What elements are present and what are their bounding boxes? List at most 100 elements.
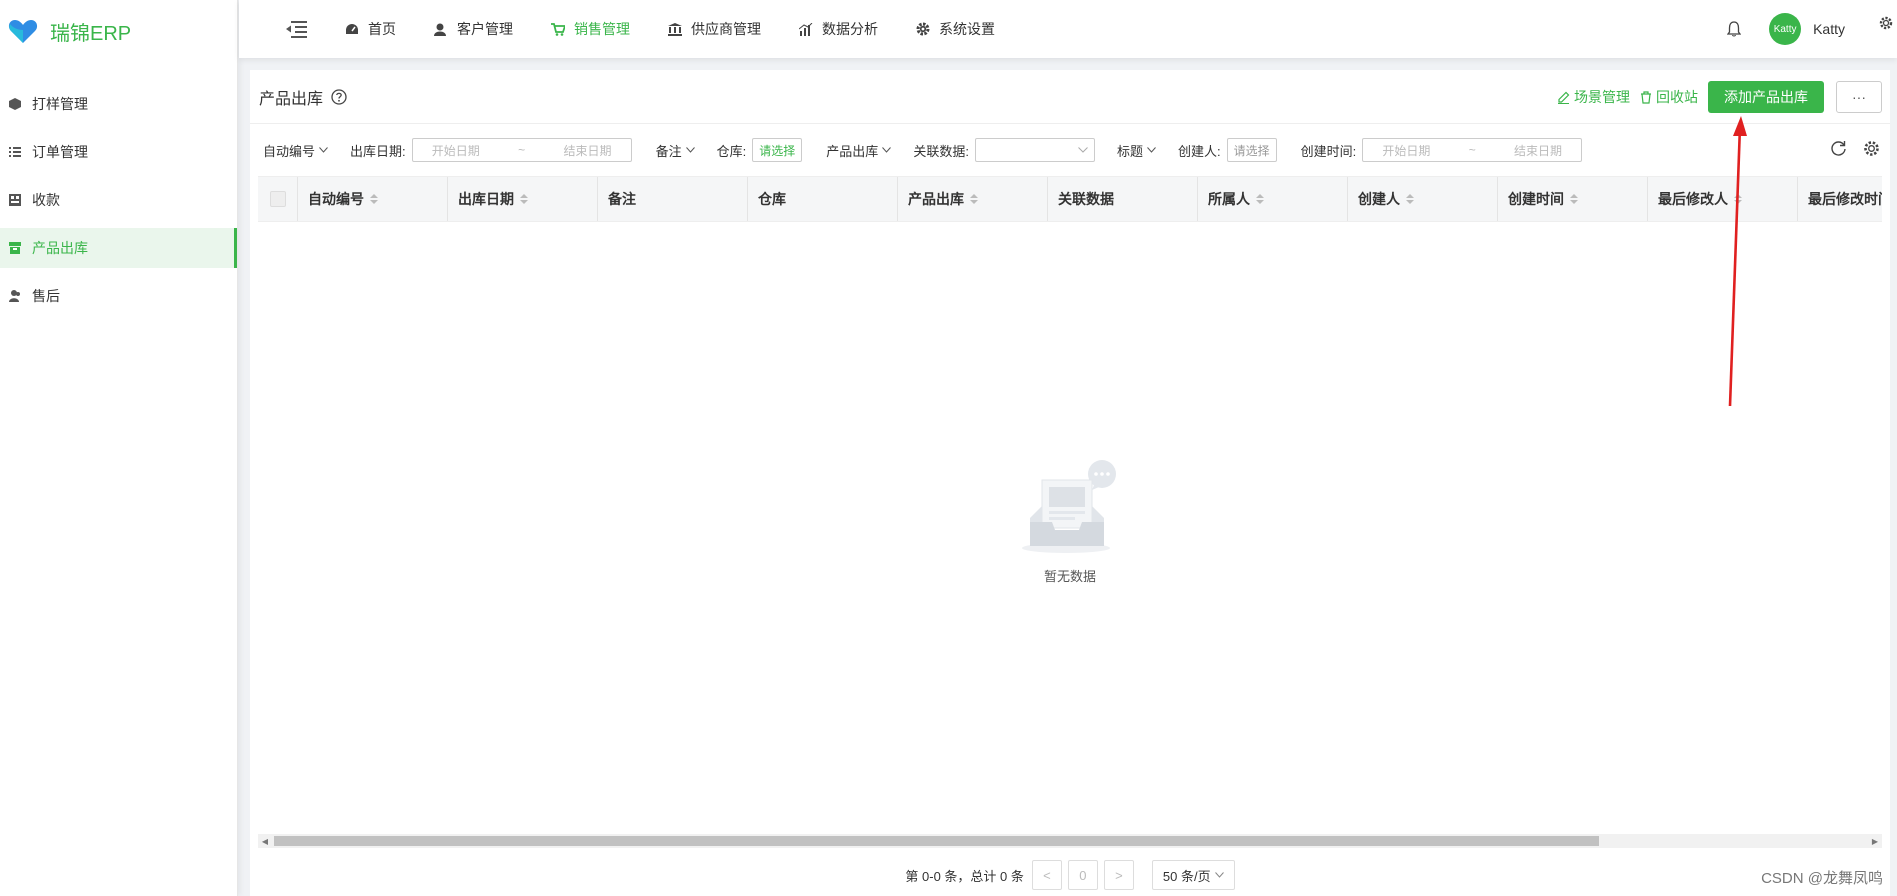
- sort-icon[interactable]: [1256, 194, 1264, 204]
- nav-analytics[interactable]: 数据分析: [799, 19, 878, 39]
- sidebar-item-sample[interactable]: 打样管理: [0, 84, 237, 124]
- column-header-warehouse: 仓库: [748, 177, 898, 221]
- heart-logo-icon: [8, 20, 38, 43]
- column-label: 产品出库: [908, 191, 964, 207]
- scroll-thumb[interactable]: [274, 836, 1599, 846]
- sidebar-item-product-out[interactable]: 产品出库: [0, 228, 237, 268]
- nav-suppliers[interactable]: 供应商管理: [668, 19, 761, 39]
- empty-text: 暂无数据: [1043, 569, 1096, 584]
- horizontal-scrollbar[interactable]: ◀ ▶: [258, 834, 1882, 848]
- app-logo[interactable]: 瑞锦ERP: [0, 0, 237, 62]
- scroll-right-icon[interactable]: ▶: [1868, 834, 1882, 848]
- scroll-track[interactable]: [272, 835, 1868, 847]
- column-header-creator[interactable]: 创建人: [1348, 177, 1498, 221]
- scroll-left-icon[interactable]: ◀: [258, 834, 272, 848]
- sort-icon[interactable]: [1406, 194, 1414, 204]
- add-product-out-button[interactable]: 添加产品出库: [1708, 81, 1824, 113]
- sort-icon[interactable]: [370, 194, 378, 204]
- scene-management-label: 场景管理: [1574, 89, 1630, 105]
- sidebar-item-label: 售后: [32, 288, 60, 304]
- chevron-down-icon: [1147, 147, 1156, 153]
- sidebar-item-label: 收款: [32, 192, 60, 208]
- column-header-created-time[interactable]: 创建时间: [1498, 177, 1648, 221]
- page-title: 产品出库: [259, 90, 324, 108]
- related-data-select[interactable]: [974, 138, 1095, 162]
- column-label: 创建人: [1358, 191, 1400, 207]
- refresh-icon[interactable]: [1830, 140, 1847, 157]
- column-header-last-modifier[interactable]: 最后修改人: [1648, 177, 1798, 221]
- sort-icon[interactable]: [1734, 194, 1742, 204]
- prev-page-button[interactable]: <: [1031, 860, 1062, 890]
- sidebar-item-label: 产品出库: [32, 240, 88, 256]
- remark-filter[interactable]: 备注: [656, 141, 695, 160]
- title-filter[interactable]: 标题: [1117, 141, 1156, 160]
- column-label: 备注: [608, 191, 636, 207]
- creator-select[interactable]: 请选择: [1226, 138, 1277, 162]
- users-icon: [8, 289, 22, 303]
- cart-icon: [551, 22, 565, 36]
- sort-icon[interactable]: [520, 194, 528, 204]
- nav-label: 客户管理: [457, 21, 513, 37]
- empty-inbox-icon: [1022, 460, 1116, 553]
- app-name: 瑞锦ERP: [50, 22, 132, 45]
- nav-customers[interactable]: 客户管理: [434, 19, 513, 39]
- product-out-label: 产品出库: [826, 143, 879, 159]
- start-date-placeholder: 开始日期: [431, 143, 480, 158]
- empty-state: 暂无数据: [250, 460, 1890, 585]
- product-out-filter[interactable]: 产品出库: [826, 141, 892, 160]
- bank-icon: [668, 22, 682, 36]
- bell-icon[interactable]: [1727, 21, 1742, 37]
- sidebar-item-payment[interactable]: 收款: [0, 180, 237, 220]
- help-icon[interactable]: [331, 88, 347, 105]
- nav-home[interactable]: 首页: [345, 19, 396, 39]
- select-all-checkbox[interactable]: [269, 191, 286, 207]
- column-header-out-date[interactable]: 出库日期: [448, 177, 598, 221]
- column-label: 仓库: [758, 191, 786, 207]
- sidebar-item-orders[interactable]: 订单管理: [0, 132, 237, 172]
- sidebar-item-label: 打样管理: [32, 96, 88, 112]
- end-date-placeholder: 结束日期: [563, 143, 612, 158]
- warehouse-select[interactable]: 请选择: [752, 138, 803, 162]
- nav-label: 销售管理: [574, 21, 630, 37]
- select-all-cell: [258, 177, 298, 221]
- column-header-last-modified-time: 最后修改时间: [1798, 177, 1882, 221]
- edit-icon: [1558, 91, 1570, 104]
- trash-icon: [1641, 90, 1651, 104]
- settings-gear-icon[interactable]: [1879, 16, 1893, 30]
- menu-collapse-icon[interactable]: [285, 20, 307, 38]
- sort-icon[interactable]: [1570, 194, 1578, 204]
- auto-no-filter[interactable]: 自动编号: [263, 141, 328, 160]
- nav-settings[interactable]: 系统设置: [916, 19, 995, 39]
- out-date-range-picker[interactable]: 开始日期 ~ 结束日期: [411, 138, 632, 162]
- recycle-bin-link[interactable]: 回收站: [1640, 87, 1698, 107]
- sort-icon[interactable]: [970, 194, 978, 204]
- user-icon: [434, 23, 446, 36]
- column-header-auto-no[interactable]: 自动编号: [298, 177, 448, 221]
- column-label: 所属人: [1208, 191, 1250, 207]
- pagination: 第 0-0 条，总计 0 条 < 0 > 50 条/页: [250, 860, 1890, 890]
- chart-icon: [799, 22, 813, 36]
- column-header-product-out[interactable]: 产品出库: [898, 177, 1048, 221]
- nav-label: 供应商管理: [691, 21, 761, 37]
- end-date-placeholder: 结束日期: [1514, 143, 1563, 158]
- created-time-range-picker[interactable]: 开始日期 ~ 结束日期: [1362, 138, 1583, 162]
- sidebar-menu: 打样管理 订单管理 收款 产品出库 售后: [0, 84, 237, 316]
- username[interactable]: Katty: [1813, 21, 1845, 37]
- avatar[interactable]: Katty: [1769, 13, 1802, 45]
- column-header-owner[interactable]: 所属人: [1198, 177, 1348, 221]
- nav-sales[interactable]: 销售管理: [551, 19, 630, 39]
- column-label: 最后修改时间: [1808, 191, 1882, 207]
- recycle-bin-label: 回收站: [1656, 89, 1698, 105]
- nav-label: 首页: [368, 21, 396, 37]
- sidebar-item-after-sales[interactable]: 售后: [0, 276, 237, 316]
- next-page-button[interactable]: >: [1103, 860, 1134, 890]
- current-page[interactable]: 0: [1067, 860, 1098, 890]
- column-label: 关联数据: [1058, 191, 1114, 207]
- column-settings-icon[interactable]: [1863, 140, 1880, 157]
- more-button[interactable]: ···: [1836, 81, 1882, 113]
- nav-label: 系统设置: [939, 21, 995, 37]
- panel-header: 产品出库 场景管理 回收站 添加产品出库 ···: [250, 70, 1890, 124]
- page-size-select[interactable]: 50 条/页: [1151, 860, 1235, 890]
- scene-management-link[interactable]: 场景管理: [1557, 87, 1630, 107]
- remark-label: 备注: [655, 143, 682, 159]
